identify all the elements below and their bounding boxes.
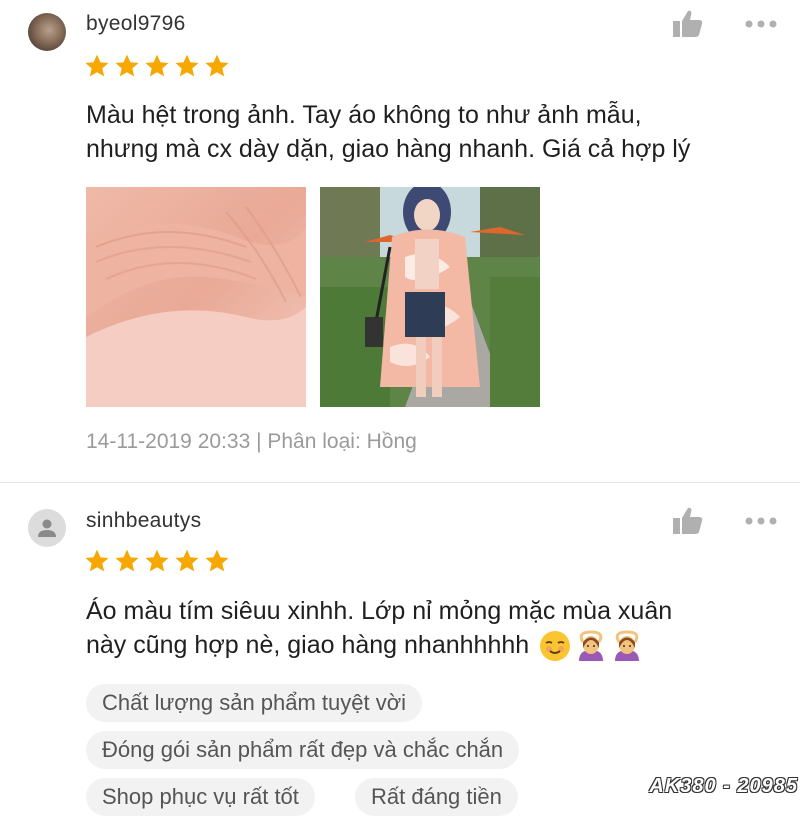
avatar[interactable] bbox=[28, 509, 66, 547]
review-comment: Màu hệt trong ảnh. Tay áo không to như ả… bbox=[86, 98, 786, 166]
thumbs-up-icon[interactable] bbox=[673, 507, 703, 535]
star-icon bbox=[85, 549, 109, 572]
more-options-icon[interactable] bbox=[744, 19, 778, 29]
star-rating bbox=[84, 53, 230, 79]
star-icon bbox=[175, 54, 199, 77]
comment-line: nhưng mà cx dày dặn, giao hàng nhanh. Gi… bbox=[86, 135, 691, 163]
star-icon bbox=[205, 549, 229, 572]
review-tag: Shop phục vụ rất tốt bbox=[86, 778, 315, 816]
review-timestamp-variant: 14-11-2019 20:33 | Phân loại: Hồng bbox=[86, 430, 417, 453]
default-user-icon bbox=[38, 519, 56, 537]
star-rating bbox=[84, 548, 230, 574]
star-icon bbox=[145, 54, 169, 77]
star-icon bbox=[145, 549, 169, 572]
person-gesturing-ok-emoji-icon bbox=[615, 630, 640, 662]
username[interactable]: sinhbeautys bbox=[86, 509, 201, 533]
review-tag: Đóng gói sản phẩm rất đẹp và chắc chắn bbox=[86, 731, 520, 769]
star-icon bbox=[115, 549, 139, 572]
star-icon bbox=[205, 54, 229, 77]
review-tag: Rất đáng tiền bbox=[355, 778, 518, 816]
more-options-icon[interactable] bbox=[744, 516, 778, 526]
comment-text: này cũng hợp nè, giao hàng nhanhhhhh bbox=[86, 631, 530, 659]
comment-line: Áo màu tím siêuu xinhh. Lớp nỉ mỏng mặc … bbox=[86, 597, 673, 625]
review-photo-fabric[interactable] bbox=[86, 187, 306, 407]
star-icon bbox=[85, 54, 109, 77]
review-comment: Áo màu tím siêuu xinhh. Lớp nỉ mỏng mặc … bbox=[86, 594, 786, 662]
review-divider bbox=[0, 482, 800, 483]
star-icon bbox=[115, 54, 139, 77]
username[interactable]: byeol9796 bbox=[86, 12, 186, 36]
smiling-face-emoji-icon bbox=[540, 631, 571, 662]
review-photo-model[interactable] bbox=[320, 187, 540, 407]
review-tag: Chất lượng sản phẩm tuyệt vời bbox=[86, 684, 423, 722]
star-icon bbox=[175, 549, 199, 572]
watermark: AK380 - 20985 bbox=[649, 775, 798, 797]
person-gesturing-ok-emoji-icon bbox=[579, 630, 604, 662]
thumbs-up-icon[interactable] bbox=[673, 10, 703, 38]
avatar[interactable] bbox=[28, 13, 66, 51]
comment-line-with-emoji: này cũng hợp nè, giao hàng nhanhhhhh bbox=[86, 628, 786, 662]
comment-line: Màu hệt trong ảnh. Tay áo không to như ả… bbox=[86, 101, 642, 129]
